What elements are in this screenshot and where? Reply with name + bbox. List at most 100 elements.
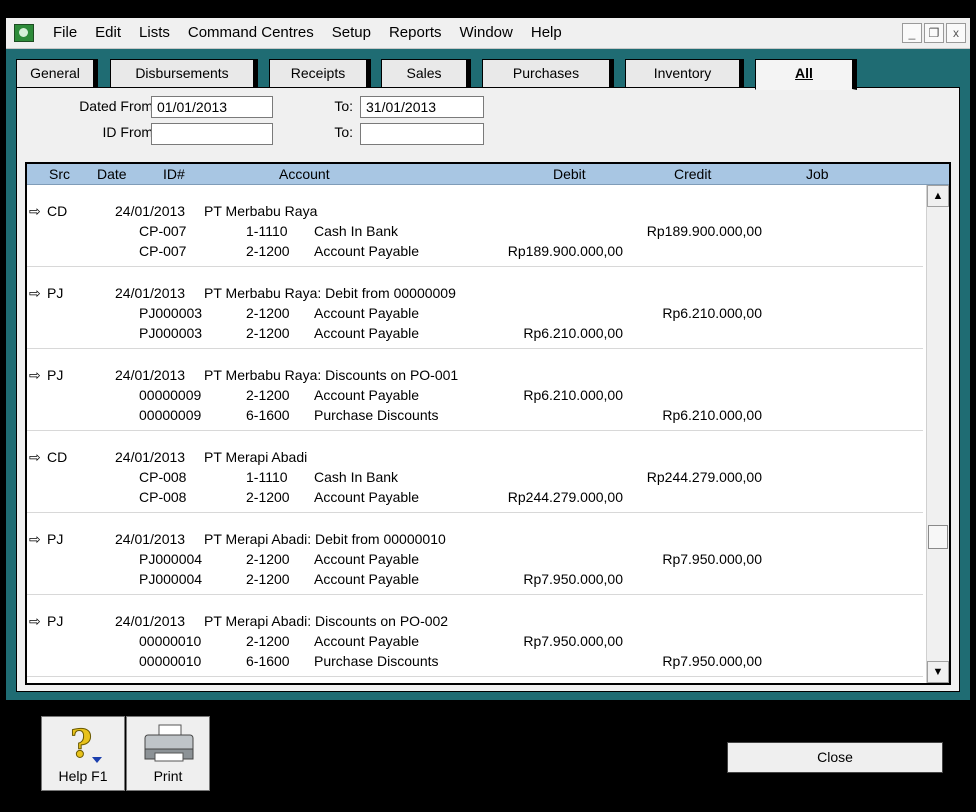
line-credit: Rp6.210.000,00: [662, 305, 762, 321]
question-mark-icon: ?: [70, 723, 102, 765]
dated-from-input[interactable]: 01/01/2013: [151, 96, 273, 118]
line-account-number: 2-1200: [246, 551, 290, 567]
minimize-button[interactable]: _: [902, 23, 922, 43]
journal-entry[interactable]: ⇨ CD 24/01/2013 PT Merbabu Raya CP-007 1-1110…: [27, 185, 923, 267]
line-account-name: Account Payable: [314, 571, 420, 587]
column-src[interactable]: Src: [49, 165, 70, 183]
journal-entry[interactable]: ⇨ PJ 24/01/2013 PT Merbabu Raya: Discounts …: [27, 349, 923, 431]
menu-help[interactable]: Help: [522, 18, 571, 48]
entry-description: PT Merapi Abadi: [204, 449, 308, 465]
entry-src: PJ: [47, 531, 64, 547]
right-arrow-icon[interactable]: ⇨: [29, 611, 41, 631]
tab-label: Disbursements: [135, 65, 229, 81]
journal-entry[interactable]: ⇨ PJ 24/01/2013 PT Merbabu Raya: Debit from…: [27, 267, 923, 349]
line-account-number: 1-1110: [246, 469, 288, 485]
menu-bar: File Edit Lists Command Centres Setup Re…: [6, 18, 970, 49]
line-account-name: Account Payable: [314, 551, 420, 567]
line-id: PJ000004: [139, 551, 203, 567]
right-arrow-icon[interactable]: ⇨: [29, 201, 41, 221]
tab-general[interactable]: General: [16, 59, 98, 88]
line-id: CP-007: [139, 243, 187, 259]
vertical-scrollbar[interactable]: ▲ ▼: [926, 185, 949, 683]
svg-text:?: ?: [70, 723, 92, 765]
entry-src: CD: [47, 203, 68, 219]
tab-disbursements[interactable]: Disbursements: [110, 59, 258, 88]
entry-description: PT Merbabu Raya: [204, 203, 318, 219]
tab-purchases[interactable]: Purchases: [482, 59, 614, 88]
line-account-number: 2-1200: [246, 325, 290, 341]
right-arrow-icon[interactable]: ⇨: [29, 283, 41, 303]
bottom-bar: ? Help F1 Print Close: [0, 700, 976, 812]
journal-entry[interactable]: ⇨ CD 24/01/2013 PT Merapi Abadi CP-008 1-1110…: [27, 431, 923, 513]
right-arrow-icon[interactable]: ⇨: [29, 447, 41, 467]
tab-label: Receipts: [290, 65, 346, 81]
line-account-name: Account Payable: [314, 387, 420, 403]
menu-lists[interactable]: Lists: [130, 18, 179, 48]
line-id: PJ000004: [139, 571, 203, 587]
app-icon[interactable]: [14, 24, 34, 42]
column-account[interactable]: Account: [279, 165, 330, 183]
dated-to-label: To:: [334, 98, 353, 114]
line-account-number: 2-1200: [246, 633, 290, 649]
line-account-name: Purchase Discounts: [314, 407, 439, 423]
scroll-down-button[interactable]: ▼: [927, 661, 949, 683]
menu-window[interactable]: Window: [451, 18, 522, 48]
column-job[interactable]: Job: [806, 165, 829, 183]
line-id: PJ000003: [139, 305, 203, 321]
line-account-name: Account Payable: [314, 633, 420, 649]
entry-description: PT Merapi Abadi: Debit from 00000010: [204, 531, 446, 547]
line-account-number: 2-1200: [246, 305, 290, 321]
tab-inventory[interactable]: Inventory: [625, 59, 744, 88]
right-arrow-icon[interactable]: ⇨: [29, 529, 41, 549]
line-account-name: Account Payable: [314, 243, 420, 259]
right-arrow-icon[interactable]: ⇨: [29, 365, 41, 385]
menu-command-centres[interactable]: Command Centres: [179, 18, 323, 48]
tab-all[interactable]: All: [755, 59, 857, 90]
column-credit[interactable]: Credit: [674, 165, 711, 183]
tab-label: Inventory: [653, 65, 712, 81]
restore-button[interactable]: ❐: [924, 23, 944, 43]
column-debit[interactable]: Debit: [553, 165, 586, 183]
tab-sales[interactable]: Sales: [381, 59, 471, 88]
dated-to-input[interactable]: 31/01/2013: [360, 96, 484, 118]
entry-date: 24/01/2013: [115, 203, 186, 219]
line-account-number: 6-1600: [246, 407, 290, 423]
id-from-input[interactable]: [151, 123, 273, 145]
print-button[interactable]: Print: [126, 716, 210, 791]
scroll-thumb[interactable]: [928, 525, 948, 549]
line-credit: Rp7.950.000,00: [662, 653, 762, 669]
id-to-input[interactable]: [360, 123, 484, 145]
entry-src: PJ: [47, 613, 64, 629]
entry-description: PT Merapi Abadi: Discounts on PO-002: [204, 613, 449, 629]
line-account-name: Cash In Bank: [314, 223, 399, 239]
line-account-name: Purchase Discounts: [314, 653, 439, 669]
line-debit: Rp6.210.000,00: [523, 325, 623, 341]
line-id: PJ000003: [139, 325, 203, 341]
help-button[interactable]: ? Help F1: [41, 716, 125, 791]
line-id: CP-008: [139, 469, 187, 485]
line-id: CP-007: [139, 223, 187, 239]
tab-receipts[interactable]: Receipts: [269, 59, 371, 88]
journal-entry[interactable]: ⇨ PJ 24/01/2013 PT Merapi Abadi: Debit from…: [27, 513, 923, 595]
entry-src: PJ: [47, 285, 64, 301]
menu-file[interactable]: File: [44, 18, 86, 48]
help-label: Help F1: [58, 768, 108, 784]
scroll-up-button[interactable]: ▲: [927, 185, 949, 207]
menu-reports[interactable]: Reports: [380, 18, 451, 48]
line-account-number: 2-1200: [246, 571, 290, 587]
column-id[interactable]: ID#: [163, 165, 185, 183]
line-credit: Rp244.279.000,00: [646, 469, 762, 485]
close-window-button[interactable]: x: [946, 23, 966, 43]
entry-description: PT Merbabu Raya: Discounts on PO-001: [204, 367, 459, 383]
entry-date: 24/01/2013: [115, 531, 186, 547]
tab-label: Purchases: [512, 65, 580, 81]
entry-date: 24/01/2013: [115, 449, 186, 465]
journal-entry[interactable]: ⇨ PJ 24/01/2013 PT Merapi Abadi: Discounts …: [27, 595, 923, 677]
line-account-name: Account Payable: [314, 489, 420, 505]
close-button[interactable]: Close: [727, 742, 943, 773]
column-date[interactable]: Date: [97, 165, 127, 183]
line-debit: Rp244.279.000,00: [507, 489, 623, 505]
menu-setup[interactable]: Setup: [323, 18, 380, 48]
menu-edit[interactable]: Edit: [86, 18, 130, 48]
entry-src: PJ: [47, 367, 64, 383]
